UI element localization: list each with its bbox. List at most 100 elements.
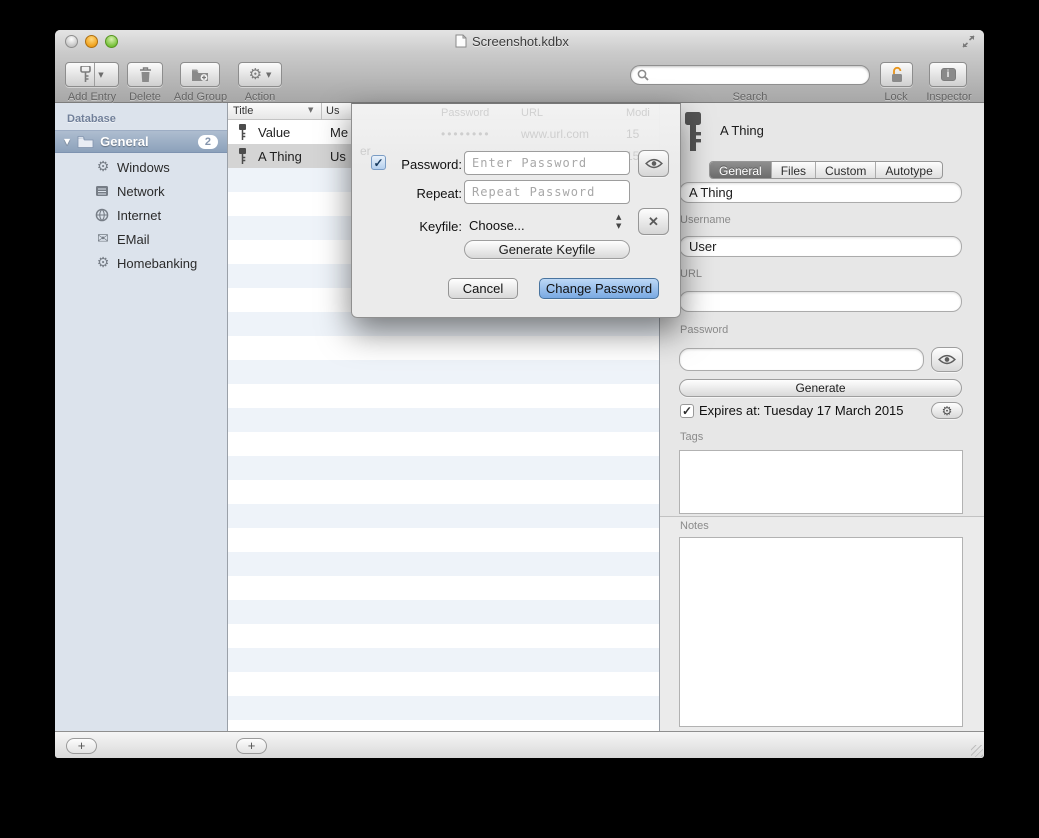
lock-button[interactable] bbox=[880, 62, 913, 87]
trash-icon bbox=[139, 67, 152, 83]
entry-title-heading: A Thing bbox=[720, 123, 764, 138]
url-label: URL bbox=[680, 268, 702, 280]
expires-label: Expires at: Tuesday 17 March 2015 bbox=[699, 403, 904, 418]
popup-stepper-icon[interactable]: ▲ ▼ bbox=[616, 213, 621, 230]
sidebar-group-general[interactable]: ▼ General 2 bbox=[55, 130, 227, 153]
generate-button[interactable]: Generate bbox=[679, 379, 962, 397]
show-password-button[interactable] bbox=[931, 347, 963, 372]
search-label: Search bbox=[630, 91, 870, 103]
envelope-icon: ✉ bbox=[95, 231, 111, 247]
sheet-password-input[interactable] bbox=[464, 151, 630, 175]
password-field[interactable] bbox=[679, 348, 924, 371]
password-checkbox[interactable]: ✓ bbox=[371, 155, 386, 170]
ghost-column-modified: Modi bbox=[626, 107, 650, 119]
sidebar-item-label: Internet bbox=[117, 208, 161, 223]
zoom-button[interactable] bbox=[105, 35, 118, 48]
change-password-button[interactable]: Change Password bbox=[539, 278, 659, 299]
tab-general[interactable]: General bbox=[710, 162, 772, 178]
minimize-button[interactable] bbox=[85, 35, 98, 48]
generate-label: Generate bbox=[795, 381, 845, 395]
entry-count-badge: 2 bbox=[198, 135, 218, 149]
entry-username: Me bbox=[330, 125, 348, 140]
eye-icon bbox=[938, 354, 956, 365]
plus-icon: + bbox=[248, 738, 256, 753]
sidebar-item-internet[interactable]: Internet bbox=[55, 203, 227, 227]
delete-button[interactable] bbox=[127, 62, 163, 87]
sidebar-item-windows[interactable]: ⚙ Windows bbox=[55, 155, 227, 179]
window-title: Screenshot.kdbx bbox=[472, 34, 569, 49]
lock-label: Lock bbox=[865, 91, 927, 103]
search-field[interactable] bbox=[630, 65, 870, 85]
column-header-title[interactable]: Title bbox=[233, 105, 253, 117]
ghost-modified-value: 15 bbox=[626, 127, 639, 141]
stepper-down-icon: ▼ bbox=[616, 222, 621, 230]
add-group-button[interactable] bbox=[180, 62, 220, 87]
key-icon bbox=[682, 112, 704, 151]
title-field[interactable] bbox=[679, 182, 962, 203]
sort-descending-icon[interactable]: ▼ bbox=[308, 106, 313, 114]
expires-checkbox[interactable]: ✓ bbox=[680, 404, 694, 418]
show-password-button[interactable] bbox=[638, 150, 669, 177]
ghost-column-password: Password bbox=[441, 107, 489, 119]
tab-files[interactable]: Files bbox=[772, 162, 816, 178]
add-entry-plus-button[interactable]: + bbox=[236, 738, 267, 754]
key-icon bbox=[237, 124, 248, 140]
add-entry-label: Add Entry bbox=[65, 91, 119, 103]
stepper-up-icon: ▲ bbox=[616, 213, 621, 221]
inspector-tabs: General Files Custom Autotype bbox=[709, 161, 943, 179]
sidebar-item-homebanking[interactable]: ⚙ Homebanking bbox=[55, 251, 227, 275]
ghost-column-url: URL bbox=[521, 107, 543, 119]
clear-keyfile-button[interactable]: ✕ bbox=[638, 208, 669, 235]
entry-title: Value bbox=[258, 125, 330, 140]
cancel-label: Cancel bbox=[463, 281, 503, 296]
username-label: Username bbox=[680, 214, 731, 226]
sidebar-item-label: Homebanking bbox=[117, 256, 197, 271]
column-header-username[interactable]: Us bbox=[326, 105, 339, 117]
title-bar[interactable]: Screenshot.kdbx bbox=[55, 30, 984, 52]
column-divider[interactable] bbox=[321, 103, 322, 120]
disclosure-triangle-icon[interactable]: ▼ bbox=[64, 137, 70, 146]
sidebar-item-email[interactable]: ✉ EMail bbox=[55, 227, 227, 251]
folder-icon bbox=[77, 135, 94, 148]
server-icon bbox=[95, 184, 111, 198]
gear-icon: ⚙ bbox=[95, 159, 111, 175]
inspector-panel: A Thing General Files Custom Autotype Us… bbox=[660, 103, 984, 731]
generate-keyfile-label: Generate Keyfile bbox=[499, 242, 596, 257]
resize-grip[interactable] bbox=[971, 745, 983, 757]
close-button[interactable] bbox=[65, 35, 78, 48]
chevron-down-icon: ▼ bbox=[266, 71, 271, 79]
chevron-down-icon: ▼ bbox=[98, 71, 103, 79]
sheet-repeat-input[interactable] bbox=[464, 180, 630, 204]
add-entry-button[interactable]: ▼ bbox=[65, 62, 119, 87]
action-button[interactable]: ⚙ ▼ bbox=[238, 62, 282, 87]
tab-autotype[interactable]: Autotype bbox=[876, 162, 941, 178]
globe-icon bbox=[95, 208, 111, 222]
generate-keyfile-button[interactable]: Generate Keyfile bbox=[464, 240, 630, 259]
sidebar-item-label: Network bbox=[117, 184, 165, 199]
fullscreen-icon[interactable] bbox=[961, 35, 976, 48]
ghost-username-fragment: er bbox=[360, 144, 371, 158]
sheet-keyfile-label: Keyfile: bbox=[388, 219, 462, 234]
keyfile-popup-value[interactable]: Choose... bbox=[469, 218, 525, 233]
entry-username: Us bbox=[330, 149, 346, 164]
unlock-icon bbox=[890, 66, 904, 83]
add-group-plus-button[interactable]: + bbox=[66, 738, 97, 754]
username-field[interactable] bbox=[679, 236, 962, 257]
expires-settings-button[interactable]: ⚙ bbox=[931, 402, 963, 419]
tab-custom[interactable]: Custom bbox=[816, 162, 876, 178]
sidebar-item-network[interactable]: Network bbox=[55, 179, 227, 203]
gear-icon: ⚙ bbox=[942, 405, 953, 417]
search-input[interactable] bbox=[653, 68, 863, 82]
sheet-password-label: Password: bbox=[388, 157, 462, 172]
url-field[interactable] bbox=[679, 291, 962, 312]
cancel-button[interactable]: Cancel bbox=[448, 278, 518, 299]
tags-textarea[interactable] bbox=[679, 450, 963, 514]
sidebar-splitter[interactable] bbox=[227, 103, 228, 758]
inspector-button[interactable]: i bbox=[929, 62, 967, 87]
sidebar-item-label: Windows bbox=[117, 160, 170, 175]
search-icon bbox=[637, 69, 649, 81]
delete-label: Delete bbox=[115, 91, 175, 103]
key-icon bbox=[237, 148, 248, 164]
notes-textarea[interactable] bbox=[679, 537, 963, 727]
check-icon: ✓ bbox=[682, 404, 692, 418]
